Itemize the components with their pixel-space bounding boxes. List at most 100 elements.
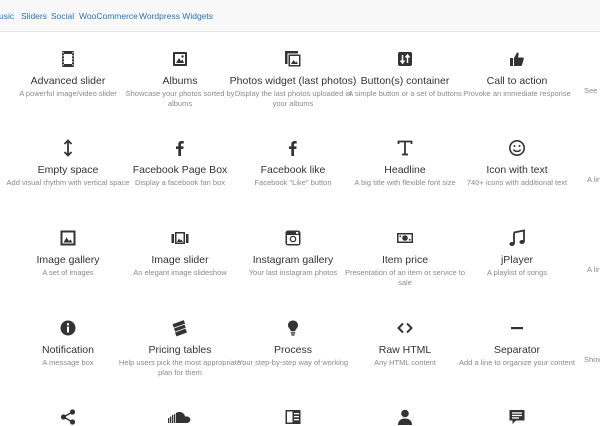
widget-title: Empty space [37,164,99,176]
widget-description: 740+ icons with additional text [466,178,568,187]
user-icon [396,408,414,426]
widget-title: Raw HTML [378,344,432,356]
thumbs-up-icon [508,50,526,68]
clipped-widget-description: See th [584,86,600,95]
widget-notification[interactable]: Notification A message box [3,319,133,368]
smiley-icon [508,139,526,157]
widget-description: Any HTML content [374,358,436,367]
instagram-icon [284,229,302,247]
video-film-icon [59,50,77,68]
widget-description: Facebook "Like" button [254,178,332,187]
widget-pricing-tables[interactable]: Pricing tables Help users pick the most … [115,319,245,378]
info-icon [59,319,77,337]
widget-title: Pricing tables [148,344,212,356]
widget-title: Instagram gallery [252,254,334,266]
widget-description: A playlist of songs [486,268,548,277]
tab-sliders[interactable]: Sliders [21,11,47,21]
separator-icon [508,319,526,337]
widget-photos-widget[interactable]: Photos widget (last photos) Display the … [228,50,358,109]
photos-widget-icon [284,50,302,68]
columns-icon [284,408,302,426]
widget-description: An elegant image slideshow [133,268,227,277]
widget-description: A powerful image/video slider [19,89,117,98]
widget-title: Item price [381,254,429,266]
widget-description: A simple button or a set of buttons [348,89,462,98]
image-slider-icon [171,229,189,247]
money-icon [396,229,414,247]
widget-buttons-container[interactable]: Button(s) container A simple button or a… [340,50,470,99]
testimonial-icon [508,408,526,426]
widget-title: Image gallery [36,254,100,266]
widget-title: Photos widget (last photos) [229,75,357,87]
vertical-arrows-icon [59,139,77,157]
widget-testimonials[interactable] [452,408,582,426]
widget-description: Display the last photos uploaded in your… [234,89,352,108]
widget-title: Separator [493,344,541,356]
photo-album-icon [171,50,189,68]
widget-title: Image slider [151,254,209,266]
widget-facebook-page-box[interactable]: Facebook Page Box Display a facebook fan… [115,139,245,188]
lightbulb-icon [284,319,302,337]
widget-description: A message box [42,358,94,367]
widget-separator[interactable]: Separator Add a line to organize your co… [452,319,582,368]
widget-description: A big title with flexible font size [354,178,456,187]
widget-empty-space[interactable]: Empty space Add visual rhythm with verti… [3,139,133,188]
widget-facebook-like[interactable]: Facebook like Facebook "Like" button [228,139,358,188]
pricing-tables-icon [171,319,189,337]
music-note-icon [508,229,526,247]
widget-title: Call to action [486,75,548,87]
buttons-container-icon [396,50,414,68]
widget-description: A set of images [42,268,94,277]
widget-title: Process [274,344,312,356]
widget-description: Your last instagram photos [248,268,338,277]
tab-social[interactable]: Social [51,11,74,21]
facebook-icon [284,139,302,157]
widget-image-slider[interactable]: Image slider An elegant image slideshow [115,229,245,278]
widget-process[interactable]: Process Your step-by-step way of working [228,319,358,368]
widget-description: Your step-by-step way of working [237,358,349,367]
tab-music[interactable]: usic [0,11,14,21]
widget-soundcloud[interactable] [115,408,245,426]
text-icon [396,139,414,157]
widget-jplayer[interactable]: jPlayer A playlist of songs [452,229,582,278]
widget-item-price[interactable]: Item price Presentation of an item or se… [340,229,470,288]
widget-grid: Advanced slider A powerful image/video s… [0,32,600,426]
widget-raw-html[interactable]: Raw HTML Any HTML content [340,319,470,368]
widget-title: Button(s) container [360,75,450,87]
tab-woocommerce[interactable]: WooCommerce [79,11,138,21]
widget-title: Advanced slider [30,75,106,87]
widget-share[interactable] [3,408,133,426]
widget-headline[interactable]: Headline A big title with flexible font … [340,139,470,188]
clipped-widget-description: A lin [587,265,600,274]
tab-wordpress-widgets[interactable]: Wordpress Widgets [139,11,213,21]
widget-description: Provoke an immediate response [463,89,571,98]
widget-title: Notification [42,344,94,356]
widget-description: Showcase your photos sorted by albums [125,89,235,108]
widget-advanced-slider[interactable]: Advanced slider A powerful image/video s… [3,50,133,99]
category-tab-bar: usic Sliders Social WooCommerce Wordpres… [0,0,600,32]
widget-call-to-action[interactable]: Call to action Provoke an immediate resp… [452,50,582,99]
clipped-widget-description: A lin [587,175,600,184]
widget-title: Facebook Page Box [132,164,228,176]
widget-description: Help users pick the most appropriate pla… [118,358,242,377]
widget-description: Add a line to organize your content [459,358,575,367]
widget-title: jPlayer [500,254,534,266]
widget-title: Headline [384,164,426,176]
widget-team-member[interactable] [340,408,470,426]
facebook-icon [171,139,189,157]
widget-image-gallery[interactable]: Image gallery A set of images [3,229,133,278]
widget-columns[interactable] [228,408,358,426]
share-icon [59,408,77,426]
widget-icon-with-text[interactable]: Icon with text 740+ icons with additiona… [452,139,582,188]
widget-description: Display a facebook fan box [134,178,226,187]
code-icon [396,319,414,337]
widget-albums[interactable]: Albums Showcase your photos sorted by al… [115,50,245,109]
widget-title: Albums [162,75,198,87]
widget-instagram-gallery[interactable]: Instagram gallery Your last instagram ph… [228,229,358,278]
widget-title: Facebook like [260,164,326,176]
widget-description: Add visual rhythm with vertical space [6,178,130,187]
clipped-widget-description: Show [584,355,600,364]
image-gallery-icon [59,229,77,247]
widget-description: Presentation of an item or service to sa… [344,268,466,287]
soundcloud-icon [167,408,193,426]
